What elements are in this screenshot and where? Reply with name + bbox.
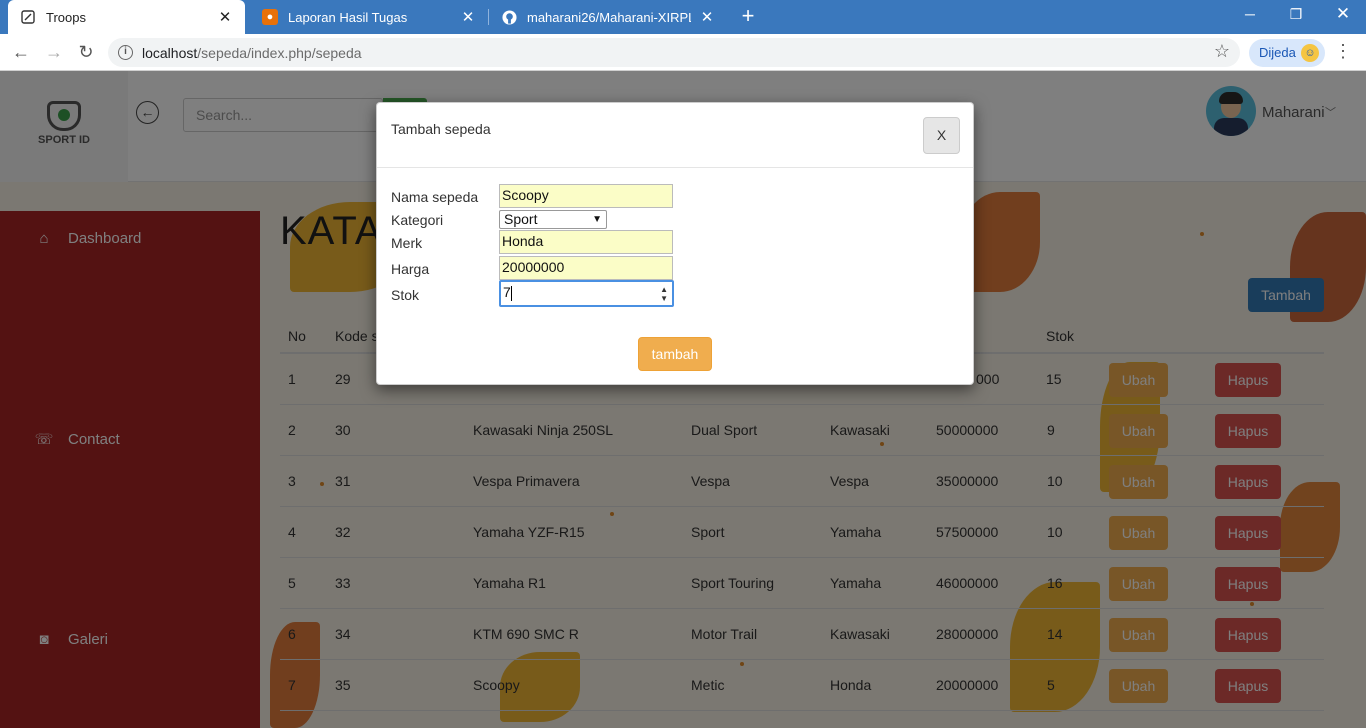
close-icon[interactable]: ✕ bbox=[460, 8, 476, 26]
merk-input[interactable]: Honda bbox=[499, 230, 673, 254]
new-tab-button[interactable]: + bbox=[737, 4, 759, 30]
profile-emoji-icon: ☺ bbox=[1301, 44, 1319, 62]
spinner-icon[interactable]: ▲ ▼ bbox=[660, 285, 668, 303]
web-page: SPORT ID ← Search... Maharani ﹀ ⌂ Dashbo… bbox=[0, 71, 1366, 728]
submit-tambah-button[interactable]: tambah bbox=[638, 337, 712, 371]
github-icon bbox=[501, 9, 517, 25]
kategori-label: Kategori bbox=[391, 212, 444, 228]
browser-menu-icon[interactable]: ⋮ bbox=[1334, 41, 1352, 62]
tab-title: Troops bbox=[46, 9, 86, 25]
compass-icon bbox=[20, 9, 36, 25]
kategori-selected: Sport bbox=[504, 211, 538, 227]
tab-title: maharani26/Maharani-XIRPL2-22 bbox=[527, 9, 691, 25]
merk-label: Merk bbox=[391, 235, 423, 251]
url-text: localhost/sepeda/index.php/sepeda bbox=[142, 45, 362, 61]
address-bar[interactable]: i localhost/sepeda/index.php/sepeda ☆ bbox=[108, 38, 1240, 67]
profile-label: Dijeda bbox=[1259, 45, 1296, 60]
browser-tabstrip: Troops ✕ ● Laporan Hasil Tugas ✕ maharan… bbox=[0, 0, 1366, 34]
modal-title: Tambah sepeda bbox=[391, 121, 491, 137]
stok-value: 7 bbox=[503, 284, 511, 300]
nama-sepeda-input[interactable]: Scoopy bbox=[499, 184, 673, 208]
tab-title: Laporan Hasil Tugas bbox=[288, 9, 408, 25]
nama-label: Nama sepeda bbox=[391, 189, 479, 205]
bookmark-star-icon[interactable]: ☆ bbox=[1214, 41, 1230, 62]
browser-tab-github[interactable]: maharani26/Maharani-XIRPL2-22 ✕ bbox=[489, 0, 727, 34]
minimize-button[interactable]: ─ bbox=[1227, 0, 1273, 30]
close-icon[interactable]: ✕ bbox=[699, 8, 715, 26]
harga-label: Harga bbox=[391, 261, 430, 277]
browser-tab-laporan[interactable]: ● Laporan Hasil Tugas ✕ bbox=[250, 0, 488, 34]
stok-input[interactable]: 7 ▲ ▼ bbox=[499, 280, 674, 307]
dropdown-arrow-icon: ▼ bbox=[592, 214, 602, 225]
stok-label: Stok bbox=[391, 287, 420, 303]
close-icon[interactable]: ✕ bbox=[217, 8, 233, 26]
info-icon[interactable]: i bbox=[118, 45, 133, 60]
profile-button[interactable]: Dijeda ☺ bbox=[1249, 39, 1325, 67]
close-modal-button[interactable]: X bbox=[923, 117, 960, 154]
modal-header: Tambah sepeda X bbox=[377, 103, 973, 168]
browser-toolbar: ← → ↻ i localhost/sepeda/index.php/seped… bbox=[0, 34, 1366, 71]
harga-input[interactable]: 20000000 bbox=[499, 256, 673, 280]
close-window-button[interactable]: ✕ bbox=[1320, 0, 1366, 30]
browser-tab-troops[interactable]: Troops ✕ bbox=[8, 0, 245, 34]
kategori-select[interactable]: Sport ▼ bbox=[499, 210, 607, 229]
forward-button[interactable]: → bbox=[41, 40, 67, 66]
restore-button[interactable]: ❐ bbox=[1273, 0, 1319, 30]
back-button[interactable]: ← bbox=[8, 40, 34, 66]
add-bike-modal: Tambah sepeda X Nama sepeda Scoopy Kateg… bbox=[376, 102, 974, 385]
reload-button[interactable]: ↻ bbox=[73, 40, 99, 66]
person-icon: ● bbox=[262, 9, 278, 25]
